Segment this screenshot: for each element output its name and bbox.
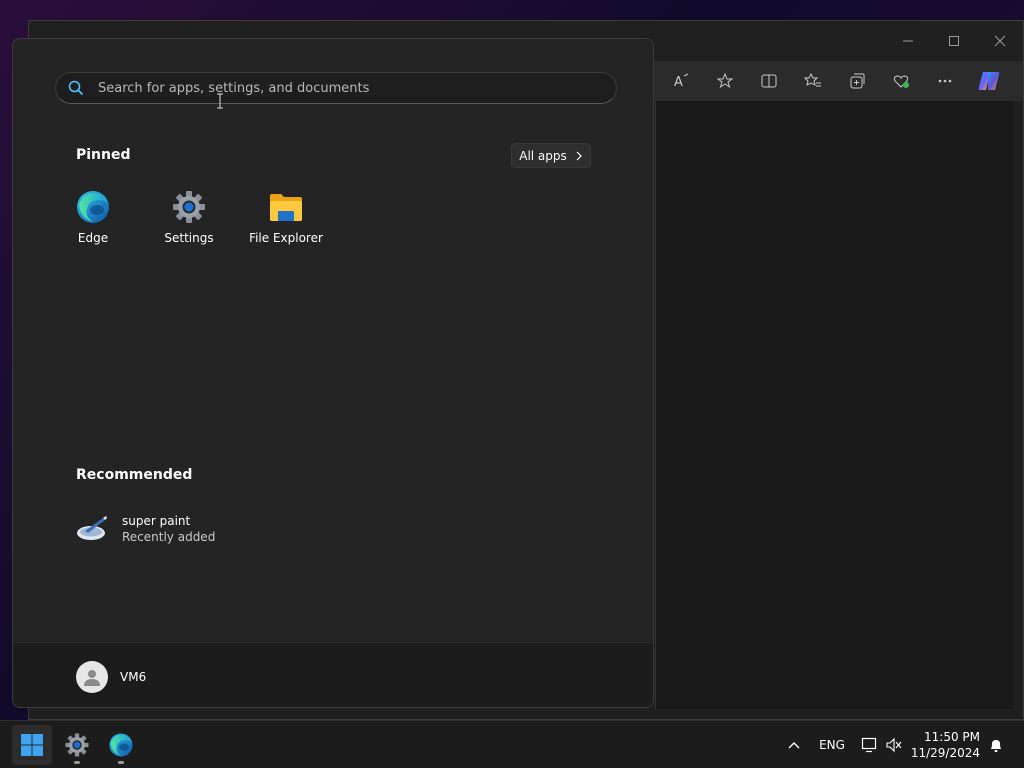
pinned-app-label: Edge [77,231,109,245]
paint-icon [77,516,107,540]
recommended-item-name: super paint [122,514,191,528]
ellipsis-icon [938,79,952,83]
toolbar-icons: A [659,61,1011,101]
favorite-star-button[interactable] [703,61,747,101]
running-indicator [118,761,124,764]
svg-text:A: A [674,75,683,90]
pinned-app-label: File Explorer [249,231,323,245]
network-icon [861,737,877,753]
pinned-app-label: Settings [164,231,214,245]
maximize-icon [949,36,959,46]
language-indicator[interactable]: ENG [814,721,850,768]
text-cursor-icon [217,93,223,109]
collections-button[interactable] [835,61,879,101]
chevron-up-icon [788,742,800,749]
volume-muted-icon [886,737,902,753]
search-icon [68,80,84,96]
split-screen-icon [761,74,777,88]
user-icon [84,670,100,686]
taskbar-edge-button[interactable] [101,725,141,765]
edge-page-content [655,101,1013,709]
avatar [76,661,108,693]
heart-pulse-icon [893,75,909,88]
folder-icon [270,194,302,221]
read-aloud-button[interactable]: A [659,61,703,101]
copilot-button[interactable] [967,61,1011,101]
recommended-item-text: super paint Recently added [122,513,215,545]
user-account-button[interactable]: VM6 [76,660,146,694]
collections-icon [850,73,865,89]
windows-logo-icon [21,734,43,756]
pinned-app-edge[interactable]: Edge [48,189,138,249]
network-volume-button[interactable] [856,721,908,768]
start-user-bar: VM6 [13,642,653,707]
edge-icon [77,191,109,223]
recommended-item-subtitle: Recently added [122,530,216,544]
gear-icon [173,191,205,223]
clock-time: 11:50 PM [924,730,980,744]
favorites-button[interactable] [791,61,835,101]
window-controls [885,21,1023,61]
close-button[interactable] [977,21,1023,61]
start-button[interactable] [12,725,52,765]
read-aloud-icon: A [674,73,689,90]
all-apps-label: All apps [519,148,567,163]
notifications-button[interactable] [984,721,1008,768]
pinned-section-title: Pinned [76,147,131,163]
clock-date: 11/29/2024 [910,746,980,760]
more-options-button[interactable] [923,61,967,101]
taskbar: ENG 11:50 PM 11/29/2024 [0,720,1024,768]
browser-essentials-button[interactable] [879,61,923,101]
taskbar-settings-button[interactable] [57,725,97,765]
gear-icon [65,733,89,757]
running-indicator [74,761,80,764]
start-menu: Pinned All apps Edge [12,38,654,708]
minimize-icon [903,40,913,42]
star-icon [716,72,734,89]
all-apps-button[interactable]: All apps [511,143,591,168]
chevron-right-icon [576,151,582,160]
user-name: VM6 [120,670,147,684]
split-screen-button[interactable] [747,61,791,101]
search-input[interactable] [98,80,616,96]
minimize-button[interactable] [885,21,931,61]
maximize-button[interactable] [931,21,977,61]
show-hidden-icons-button[interactable] [780,721,808,768]
favorites-icon [804,72,821,87]
recommended-item-super-paint[interactable]: super paint Recently added [76,511,296,547]
close-icon [994,35,1006,47]
bell-icon [991,740,1001,752]
recommended-section-title: Recommended [76,467,193,483]
pinned-app-settings[interactable]: Settings [144,189,234,249]
taskbar-clock[interactable]: 11:50 PM 11/29/2024 [911,729,980,761]
start-search-box[interactable] [55,72,617,104]
edge-icon [109,733,133,757]
pinned-app-file-explorer[interactable]: File Explorer [241,189,331,249]
copilot-icon [978,72,1000,90]
